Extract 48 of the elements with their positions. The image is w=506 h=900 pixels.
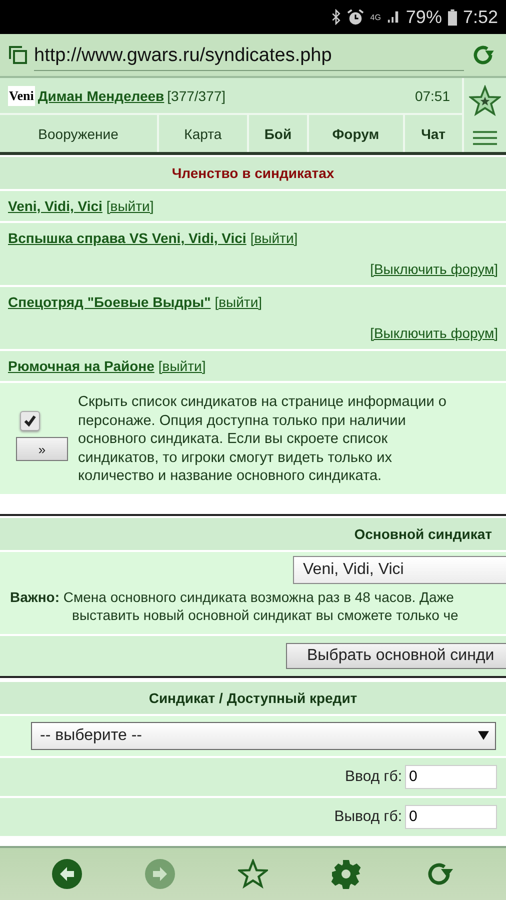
battery-icon [448,8,457,26]
syndicate-link[interactable]: Рюмочная на Районе [8,358,154,374]
field-label: Вывод гб: [334,808,402,825]
checkbox[interactable] [20,411,40,431]
leave-link[interactable]: [выйти] [250,230,298,246]
player-link[interactable]: Диман Менделеев [38,88,164,104]
leave-link[interactable]: [выйти] [158,358,206,374]
disable-forum-link[interactable]: [Выключить форум] [370,261,498,277]
alarm-icon [347,8,364,26]
dropdown-arrow-icon [478,731,489,740]
nav-link[interactable]: Чат [402,115,462,152]
checkmark-icon [23,414,37,428]
bluetooth-icon [331,9,342,25]
leave-link[interactable]: [выйти] [214,294,262,310]
network-label: 4G [370,12,381,22]
syndicate-dropdown[interactable]: -- выберите -- [31,722,496,750]
leave-link[interactable]: [выйти] [106,198,154,214]
submit-button[interactable]: » [16,437,68,461]
syndicate-link[interactable]: Вспышка справа VS Veni, Vidi, Vici [8,230,246,246]
battery-percent: 79% [406,6,442,28]
nav-link[interactable]: Форум [306,115,403,152]
syndicate-link[interactable]: Спецотряд "Боевые Выдры" [8,294,211,310]
menu-icon[interactable] [473,130,497,146]
syndicate-link[interactable]: Veni, Vidi, Vici [8,198,102,214]
input-field[interactable]: 0 [405,764,497,788]
server-time: 07:51 [414,88,451,104]
syndicate-badge: Veni [8,86,35,106]
star-icon[interactable] [238,859,268,889]
tabs-icon[interactable] [8,45,28,65]
input-field[interactable]: 0 [405,804,497,828]
nav-link[interactable]: Вооружение [0,115,157,152]
disable-forum-link[interactable]: [Выключить форум] [370,325,498,341]
section-title: Основной синдикат [0,518,506,550]
health-counter: [377/377] [167,88,226,104]
back-icon[interactable] [52,859,82,889]
nav-link[interactable]: Карта [156,115,248,152]
star-icon[interactable] [469,84,501,116]
signal-icon [386,10,400,24]
section-title: Синдикат / Доступный кредит [0,682,506,714]
field-label: Ввод гб: [345,768,402,785]
nav-link[interactable]: Бой [247,115,307,152]
section-title: Членство в синдикатах [0,157,506,189]
clock: 7:52 [462,6,498,28]
settings-icon[interactable] [331,859,362,889]
option-description: Скрыть список синдикатов на странице информации о персонаже. Опция доступна только при наличии основного синдиката. Если вы скроете список синдикатов, то игроки смогут видеть только их количество и название основного синдиката. [78,393,448,486]
syndicate-select[interactable]: Veni, Vidi, Vici [293,556,506,584]
warning-note: Важно: Смена основного синдиката возможна раз в 48 часов. Даже выставить новый основной синдикат вы сможете только че [0,588,506,634]
choose-main-button[interactable]: Выбрать основной синди [286,642,506,668]
